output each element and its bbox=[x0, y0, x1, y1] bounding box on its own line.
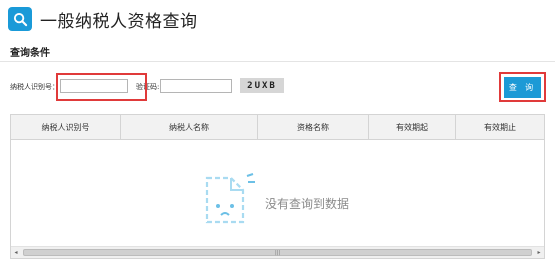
scroll-right-arrow-icon[interactable]: ▸ bbox=[534, 247, 544, 258]
column-header-qualification-name[interactable]: 资格名称 bbox=[258, 115, 369, 139]
column-header-taxpayer-id[interactable]: 纳税人识别号 bbox=[11, 115, 121, 139]
page-header: 一般纳税人资格查询 bbox=[8, 6, 198, 32]
table-header: 纳税人识别号 纳税人名称 资格名称 有效期起 有效期止 bbox=[11, 115, 544, 140]
empty-file-icon bbox=[205, 173, 255, 224]
taxpayer-id-highlight bbox=[56, 73, 147, 101]
query-conditions-title: 查询条件 bbox=[10, 48, 50, 59]
section-divider bbox=[0, 61, 555, 62]
results-table: 纳税人识别号 纳税人名称 资格名称 有效期起 有效期止 没有查询到数据 ◂ ||… bbox=[10, 114, 545, 259]
search-icon bbox=[8, 7, 32, 31]
column-header-valid-from[interactable]: 有效期起 bbox=[369, 115, 456, 139]
empty-state: 没有查询到数据 bbox=[11, 140, 544, 246]
page-title: 一般纳税人资格查询 bbox=[40, 11, 198, 32]
taxpayer-id-label: 纳税人识别号： bbox=[10, 83, 59, 91]
captcha-image[interactable]: 2UXB bbox=[240, 78, 284, 93]
horizontal-scrollbar[interactable]: ◂ ||| ▸ bbox=[11, 246, 544, 258]
column-header-valid-to[interactable]: 有效期止 bbox=[456, 115, 544, 139]
query-button-highlight bbox=[499, 72, 546, 102]
scroll-left-arrow-icon[interactable]: ◂ bbox=[11, 247, 21, 258]
scroll-thumb[interactable]: ||| bbox=[23, 249, 532, 256]
empty-state-text: 没有查询到数据 bbox=[265, 197, 350, 211]
column-header-taxpayer-name[interactable]: 纳税人名称 bbox=[121, 115, 258, 139]
captcha-input[interactable] bbox=[160, 79, 232, 93]
